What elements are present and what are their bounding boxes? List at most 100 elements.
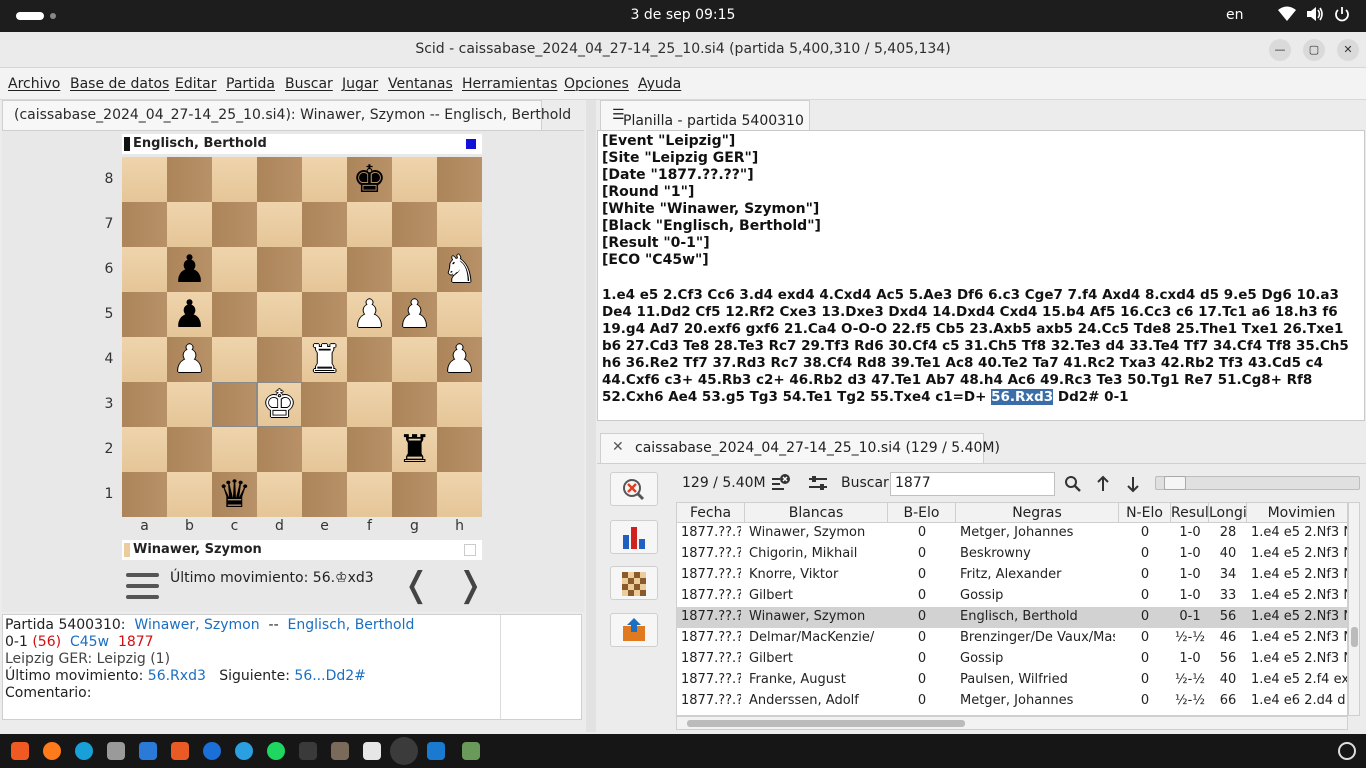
close-tab-icon[interactable]: ✕ bbox=[612, 439, 624, 455]
column-header[interactable]: Resulta bbox=[1171, 503, 1209, 523]
square-g7[interactable] bbox=[392, 202, 437, 247]
pane-splitter[interactable] bbox=[586, 100, 596, 732]
square-g1[interactable] bbox=[392, 472, 437, 517]
search-previous-icon[interactable] bbox=[1095, 475, 1111, 497]
square-c7[interactable] bbox=[212, 202, 257, 247]
menu-ayuda[interactable]: Ayuda bbox=[638, 76, 681, 92]
firefox-icon[interactable] bbox=[43, 742, 61, 760]
minimize-button[interactable]: — bbox=[1269, 39, 1291, 61]
square-g3[interactable] bbox=[392, 382, 437, 427]
menu-herramientas[interactable]: Herramientas bbox=[462, 76, 557, 92]
column-header[interactable]: Movimien bbox=[1247, 503, 1347, 523]
square-d6[interactable] bbox=[257, 247, 302, 292]
square-e6[interactable] bbox=[302, 247, 347, 292]
scid-icon-active[interactable] bbox=[390, 737, 418, 765]
square-c8[interactable] bbox=[212, 157, 257, 202]
white-pawn-icon[interactable]: ♟ bbox=[392, 292, 437, 337]
square-d7[interactable] bbox=[257, 202, 302, 247]
help-icon[interactable] bbox=[203, 742, 221, 760]
square-b8[interactable] bbox=[167, 157, 212, 202]
square-c6[interactable] bbox=[212, 247, 257, 292]
square-a6[interactable] bbox=[122, 247, 167, 292]
column-header[interactable]: Negras bbox=[956, 503, 1119, 523]
square-c3[interactable] bbox=[212, 382, 257, 427]
square-f3[interactable] bbox=[347, 382, 392, 427]
telegram-icon[interactable] bbox=[235, 742, 253, 760]
square-a5[interactable] bbox=[122, 292, 167, 337]
square-c2[interactable] bbox=[212, 427, 257, 472]
vertical-scrollbar[interactable] bbox=[1348, 502, 1360, 716]
next-move-button[interactable]: ❭ bbox=[456, 565, 485, 605]
table-row[interactable]: 1877.??.?? Winawer, Szymon 0 Englisch, Bert… bbox=[677, 607, 1347, 628]
horizontal-scroll-thumb[interactable] bbox=[687, 720, 965, 727]
square-d5[interactable] bbox=[257, 292, 302, 337]
menu-buscar[interactable]: Buscar bbox=[285, 76, 333, 92]
square-b2[interactable] bbox=[167, 427, 212, 472]
column-header[interactable]: Longit bbox=[1209, 503, 1247, 523]
square-a3[interactable] bbox=[122, 382, 167, 427]
white-player-link[interactable]: Winawer, Szymon bbox=[134, 617, 259, 633]
square-f7[interactable] bbox=[347, 202, 392, 247]
table-row[interactable]: 1877.??.?? Anderssen, Adolf 0 Metger, Johan… bbox=[677, 691, 1347, 712]
keyboard-layout[interactable]: en bbox=[1226, 7, 1244, 23]
workspace-dot[interactable] bbox=[50, 13, 56, 19]
menu-opciones[interactable]: Opciones bbox=[564, 76, 629, 92]
square-c5[interactable] bbox=[212, 292, 257, 337]
square-e7[interactable] bbox=[302, 202, 347, 247]
filter-settings-icon[interactable] bbox=[808, 475, 828, 495]
square-g4[interactable] bbox=[392, 337, 437, 382]
edge-icon[interactable] bbox=[75, 742, 93, 760]
square-f4[interactable] bbox=[347, 337, 392, 382]
volume-icon[interactable] bbox=[1306, 6, 1324, 26]
spotify-icon[interactable] bbox=[267, 742, 285, 760]
square-d4[interactable] bbox=[257, 337, 302, 382]
pgn-moves-before[interactable]: 1.e4 e5 2.Cf3 Cc6 3.d4 exd4 4.Cxd4 Ac5 5… bbox=[602, 287, 1349, 405]
next-move-link[interactable]: 56...Dd2# bbox=[294, 668, 365, 684]
horizontal-scrollbar[interactable] bbox=[676, 716, 1348, 730]
black-king-icon[interactable]: ♚ bbox=[347, 157, 392, 202]
game-position-slider[interactable] bbox=[1155, 476, 1360, 490]
table-row[interactable]: 1877.??.?? Delmar/MacKenzie/0 Brenzinger/D… bbox=[677, 628, 1347, 649]
settings-icon[interactable] bbox=[1338, 742, 1356, 760]
square-a8[interactable] bbox=[122, 157, 167, 202]
previous-move-button[interactable]: ❬ bbox=[402, 565, 431, 605]
search-input[interactable]: 1877 bbox=[890, 472, 1055, 496]
square-d8[interactable] bbox=[257, 157, 302, 202]
square-e8[interactable] bbox=[302, 157, 347, 202]
menu-base-de-datos[interactable]: Base de datos bbox=[70, 76, 169, 92]
gimp-icon[interactable] bbox=[331, 742, 349, 760]
pgn-view[interactable]: [Event "Leipzig"] [Site "Leipzig GER"] [… bbox=[597, 130, 1365, 421]
board-menu-button[interactable] bbox=[126, 573, 159, 600]
square-a4[interactable] bbox=[122, 337, 167, 382]
chess-board[interactable]: ♚ ♟ ♞ ♟ ♟ ♟ ♟ ♜ ♟ ♚ ♜ ♛ bbox=[122, 157, 482, 517]
workspace-indicator[interactable] bbox=[16, 12, 44, 20]
export-button[interactable] bbox=[610, 613, 658, 647]
table-row[interactable]: 1877.??.?? Chigorin, Mikhail 0 Beskrowny 0 1-… bbox=[677, 544, 1347, 565]
square-h2[interactable] bbox=[437, 427, 482, 472]
search-icon[interactable] bbox=[1064, 475, 1082, 497]
document-viewer-icon[interactable] bbox=[363, 742, 381, 760]
square-c4[interactable] bbox=[212, 337, 257, 382]
table-row[interactable]: 1877.??.?? Knorre, Viktor 0 Fritz, Alexande… bbox=[677, 565, 1347, 586]
column-header[interactable]: N-Elo bbox=[1119, 503, 1171, 523]
app-store-icon[interactable] bbox=[171, 742, 189, 760]
image-viewer-icon[interactable] bbox=[462, 742, 480, 760]
menu-editar[interactable]: Editar bbox=[175, 76, 216, 92]
square-d2[interactable] bbox=[257, 427, 302, 472]
square-a7[interactable] bbox=[122, 202, 167, 247]
black-player-link[interactable]: Englisch, Berthold bbox=[288, 617, 415, 633]
text-editor-icon[interactable] bbox=[139, 742, 157, 760]
black-rook-icon[interactable]: ♜ bbox=[392, 427, 437, 472]
close-button[interactable]: ✕ bbox=[1337, 39, 1359, 61]
square-g8[interactable] bbox=[392, 157, 437, 202]
column-header[interactable]: Blancas bbox=[745, 503, 888, 523]
square-e1[interactable] bbox=[302, 472, 347, 517]
database-tab[interactable]: ✕ caissabase_2024_04_27-14_25_10.si4 (12… bbox=[600, 433, 1000, 463]
column-header[interactable]: B-Elo bbox=[888, 503, 956, 523]
wifi-icon[interactable] bbox=[1278, 6, 1296, 26]
square-h8[interactable] bbox=[437, 157, 482, 202]
clear-filter-icon[interactable] bbox=[770, 473, 792, 497]
game-list-table[interactable]: FechaBlancasB-EloNegrasN-EloResultaLongi… bbox=[676, 502, 1348, 716]
board-tab[interactable]: (caissabase_2024_04_27-14_25_10.si4): Wi… bbox=[2, 100, 571, 130]
clock[interactable]: 3 de sep 09:15 bbox=[600, 7, 766, 23]
